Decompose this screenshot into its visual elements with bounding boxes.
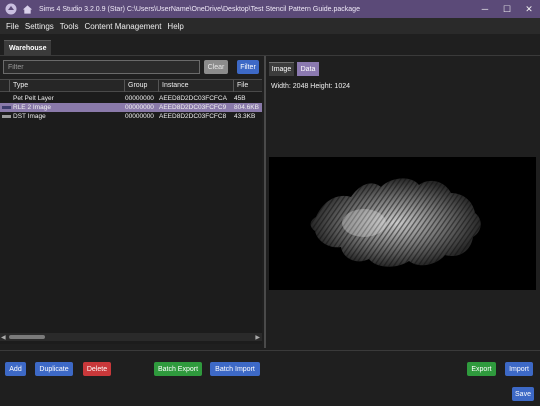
filter-button[interactable]: Filter <box>237 60 259 74</box>
table-row[interactable]: Pet Pelt Layer 00000000 AEED8D2DC03FCFCA… <box>0 94 262 103</box>
cell-instance: AEED8D2DC03FCFCA <box>159 95 227 102</box>
cell-group: 00000000 <box>125 113 154 120</box>
filter-input[interactable] <box>3 60 200 74</box>
export-button[interactable]: Export <box>467 362 496 376</box>
cell-type: DST Image <box>13 113 46 120</box>
home-icon[interactable] <box>22 4 33 15</box>
bottom-divider <box>0 350 540 351</box>
tab-image[interactable]: Image <box>269 62 294 76</box>
menu-help[interactable]: Help <box>167 22 183 31</box>
scroll-right-icon[interactable]: ▶ <box>255 334 260 341</box>
table-row-selected[interactable]: RLE 2 Image 00000000 AEED8D2DC03FCFC9 80… <box>0 103 262 112</box>
menu-file[interactable]: File <box>6 22 19 31</box>
title-bar: Sims 4 Studio 3.2.0.9 (Star) C:\Users\Us… <box>0 0 540 18</box>
save-button[interactable]: Save <box>512 387 534 401</box>
column-header-group[interactable]: Group <box>124 80 158 92</box>
horizontal-scrollbar[interactable]: ◀ ▶ <box>0 333 262 341</box>
tab-divider <box>0 55 540 56</box>
batch-export-button[interactable]: Batch Export <box>154 362 202 376</box>
pelt-shape <box>310 178 481 267</box>
delete-button[interactable]: Delete <box>83 362 111 376</box>
resource-type-icon <box>2 115 11 118</box>
maximize-button[interactable]: ☐ <box>496 0 518 18</box>
duplicate-button[interactable]: Duplicate <box>35 362 73 376</box>
close-button[interactable]: ✕ <box>518 0 540 18</box>
tab-warehouse[interactable]: Warehouse <box>4 40 52 55</box>
grid-header: Type Group Instance File <box>0 80 262 92</box>
tab-data[interactable]: Data <box>297 62 319 76</box>
clear-button[interactable]: Clear <box>204 60 228 74</box>
cell-file: 45B <box>234 95 246 102</box>
menu-bar: File Settings Tools Content Management H… <box>0 18 540 34</box>
menu-content-management[interactable]: Content Management <box>84 22 161 31</box>
column-header-type[interactable]: Type <box>9 80 124 92</box>
minimize-button[interactable]: ─ <box>474 0 496 18</box>
cell-file: 43.3KB <box>234 113 256 120</box>
image-dimensions: Width: 2048 Height: 1024 <box>271 83 350 90</box>
menu-tools[interactable]: Tools <box>60 22 79 31</box>
cell-group: 00000000 <box>125 95 154 102</box>
menu-settings[interactable]: Settings <box>25 22 54 31</box>
cell-instance: AEED8D2DC03FCFC8 <box>159 113 227 120</box>
image-preview <box>269 157 536 290</box>
app-logo-icon <box>5 3 17 15</box>
resource-type-icon <box>2 106 11 109</box>
scroll-left-icon[interactable]: ◀ <box>1 334 6 341</box>
resource-type-icon <box>2 97 11 100</box>
pelt-texture-image <box>310 178 481 267</box>
cell-group: 00000000 <box>125 104 154 111</box>
cell-instance: AEED8D2DC03FCFC9 <box>159 104 227 111</box>
scrollbar-thumb[interactable] <box>9 335 45 339</box>
panel-splitter[interactable] <box>264 56 266 348</box>
resource-grid: Type Group Instance File Pet Pelt Layer … <box>0 79 262 344</box>
add-button[interactable]: Add <box>5 362 26 376</box>
cell-file: 804.6KB <box>234 104 259 111</box>
cell-type: RLE 2 Image <box>13 104 51 111</box>
import-button[interactable]: Import <box>505 362 533 376</box>
table-row[interactable]: DST Image 00000000 AEED8D2DC03FCFC8 43.3… <box>0 112 262 121</box>
window-title: Sims 4 Studio 3.2.0.9 (Star) C:\Users\Us… <box>39 5 360 13</box>
cell-type: Pet Pelt Layer <box>13 95 54 102</box>
batch-import-button[interactable]: Batch Import <box>210 362 260 376</box>
column-header-file[interactable]: File <box>233 80 262 92</box>
column-header-instance[interactable]: Instance <box>158 80 233 92</box>
